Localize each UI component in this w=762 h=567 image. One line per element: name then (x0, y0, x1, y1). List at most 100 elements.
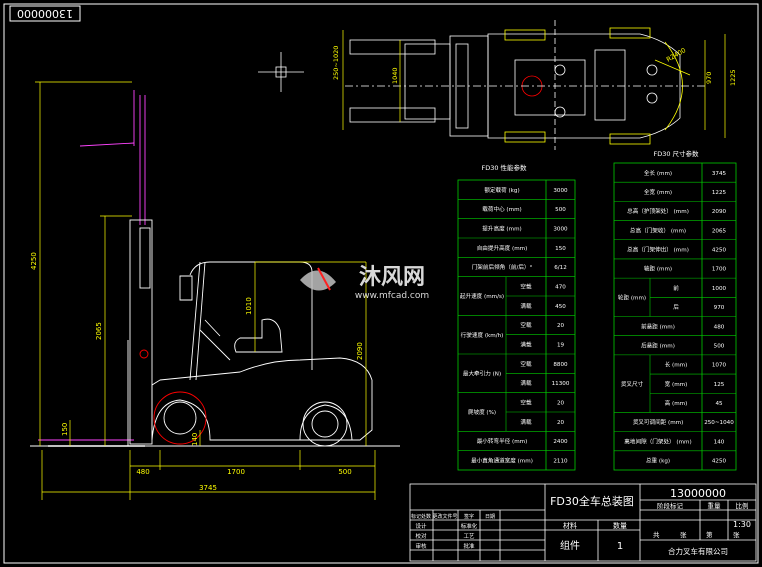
table-row-label: 最大牵引力 (N) (463, 370, 501, 378)
table-row-value: 45 (715, 401, 723, 407)
dim-front-overhang: 480 (136, 468, 149, 476)
quantity-header: 数量 (613, 521, 627, 530)
table-row-value: 3000 (553, 227, 568, 233)
table-row-value: 2065 (712, 228, 727, 234)
material-header: 材料 (563, 521, 577, 530)
header-stage: 阶段标记 (657, 501, 684, 510)
sign-review-label: 审核 (415, 542, 427, 550)
dim-table-title: FD30 尺寸参数 (653, 149, 699, 158)
table-row-value: 4250 (712, 248, 727, 254)
table-row-label: 自由提升高度 (mm) (477, 244, 528, 252)
table-row-label: 起升速度 (mm/s) (460, 292, 504, 300)
table-row-value: 1700 (712, 267, 727, 273)
forklift-side-view (30, 90, 400, 447)
dim-plan-width: 1040 (391, 67, 399, 84)
perf-table-title: FD30 性能参数 (481, 163, 527, 172)
table-row-value: 1000 (712, 286, 727, 292)
table-row-value: 140 (714, 439, 725, 445)
dim-guard-height: 2090 (356, 342, 364, 360)
table-row-value: 2110 (553, 459, 568, 465)
table-sub-label: 宽 (mm) (665, 380, 688, 388)
sheet-index-unit: 张 (733, 530, 740, 539)
quantity-value: 1 (617, 541, 623, 552)
dim-fork-height: 150 (61, 423, 69, 436)
drawing-title: FD30全车总装图 (550, 494, 634, 508)
table-row-value: 2400 (553, 439, 568, 445)
sign-check-label: 校对 (415, 532, 427, 540)
watermark: 沐风网 www.mfcad.com (300, 265, 429, 301)
rev-sign-label: 签字 (464, 513, 474, 520)
watermark-logo-icon (300, 267, 336, 291)
table-row-label: 全长 (mm) (644, 169, 672, 177)
table-sub-label: 满载 (520, 418, 532, 426)
table-row-label: 载荷中心 (mm) (482, 205, 521, 213)
table-row-value: 1070 (712, 363, 727, 369)
dim-overall-length: 3745 (199, 484, 217, 492)
dim-fork-spacing: 250~1020 (332, 46, 340, 80)
sign-approve-label: 批准 (463, 542, 475, 550)
table-row-value: 470 (555, 285, 566, 291)
table-row-value: 250~1040 (704, 420, 734, 426)
crosshair-cursor (258, 52, 304, 92)
drawing-number: 13000000 (670, 487, 726, 500)
table-row-label: 离地间隙（门架处） (mm) (624, 437, 691, 445)
header-weight: 重量 (708, 502, 722, 510)
table-row-label: 后悬距 (mm) (641, 341, 675, 349)
table-sub-label: 空载 (520, 283, 532, 291)
table-row-value: 150 (555, 246, 566, 252)
table-row-value: 450 (555, 304, 566, 310)
dim-table: 全长 (mm) 3745 全宽 (mm) 1225 总高（护顶架处） (mm) 2090 总… (613, 162, 737, 471)
table-row-value: 480 (714, 324, 725, 330)
table-row-label: 总高（护顶架处） (mm) (627, 207, 689, 215)
table-row-value: 4250 (712, 459, 727, 465)
rev-mark-label: 标记处数 (411, 513, 431, 520)
table-row-value: 8800 (553, 362, 568, 368)
sign-design-label: 设计 (415, 522, 427, 530)
dim-mast-extended: 4250 (30, 252, 38, 270)
dim-total-width: 1225 (729, 69, 737, 86)
sheet-index-label: 第 (706, 530, 713, 539)
table-row-label: 前悬距 (mm) (641, 322, 675, 330)
table-sub-label: 前 (673, 284, 679, 292)
rev-date-label: 日期 (485, 514, 495, 520)
dim-seat-height: 1010 (245, 297, 253, 315)
sign-process-label: 工艺 (463, 533, 475, 540)
sign-standard-label: 标准化 (461, 522, 478, 530)
table-row-label: 最小直角通道宽度 (mm) (471, 457, 533, 465)
table-row-label: 轴距 (mm) (644, 265, 672, 273)
scale-value: 1:30 (733, 520, 751, 529)
table-row-value: 500 (555, 207, 566, 213)
table-row-label: 行驶速度 (km/h) (461, 331, 504, 339)
table-row-label: 额定载荷 (kg) (484, 186, 519, 194)
table-row-value: 125 (714, 382, 725, 388)
dim-wheelbase: 1700 (227, 468, 245, 476)
table-row-value: 1225 (712, 190, 727, 196)
table-row-label: 货叉可调间距 (mm) (633, 418, 684, 426)
table-row-value: 19 (557, 343, 565, 349)
table-row-label: 总重 (kg) (646, 457, 670, 465)
watermark-brand: 沐风网 (359, 265, 425, 290)
table-row-value: 970 (714, 305, 725, 311)
table-row-label: 货叉尺寸 (621, 380, 644, 388)
table-row-value: 500 (714, 343, 725, 349)
sheet-total-unit: 张 (680, 530, 687, 539)
table-sub-label: 空载 (520, 321, 532, 329)
dim-ground-clearance: 140 (191, 433, 199, 446)
table-row-value: 20 (557, 401, 565, 407)
table-sub-label: 高 (mm) (665, 399, 688, 407)
table-sub-label: 满载 (520, 341, 532, 349)
cad-drawing: 13000000 250~1020 1040 970 1225 R2400 42… (3, 3, 759, 564)
table-row-value: 20 (557, 323, 565, 329)
table-row-label: 总高（门架伸出） (mm) (627, 246, 689, 254)
table-row-value: 11300 (552, 381, 570, 387)
company-name: 合力叉车有限公司 (668, 546, 728, 556)
table-row-label: 爬坡度 (%) (468, 408, 496, 416)
table-sub-label: 满载 (520, 379, 532, 387)
table-sub-label: 满载 (520, 302, 532, 310)
sheet-total-label: 共 (653, 530, 660, 539)
table-row-value: 2090 (712, 209, 727, 215)
dim-mast-lowered: 2065 (95, 322, 103, 340)
table-sub-label: 后 (673, 303, 679, 311)
table-row-label: 全宽 (mm) (644, 188, 672, 196)
table-row-label: 门架前后倾角（前/后）° (472, 263, 533, 271)
